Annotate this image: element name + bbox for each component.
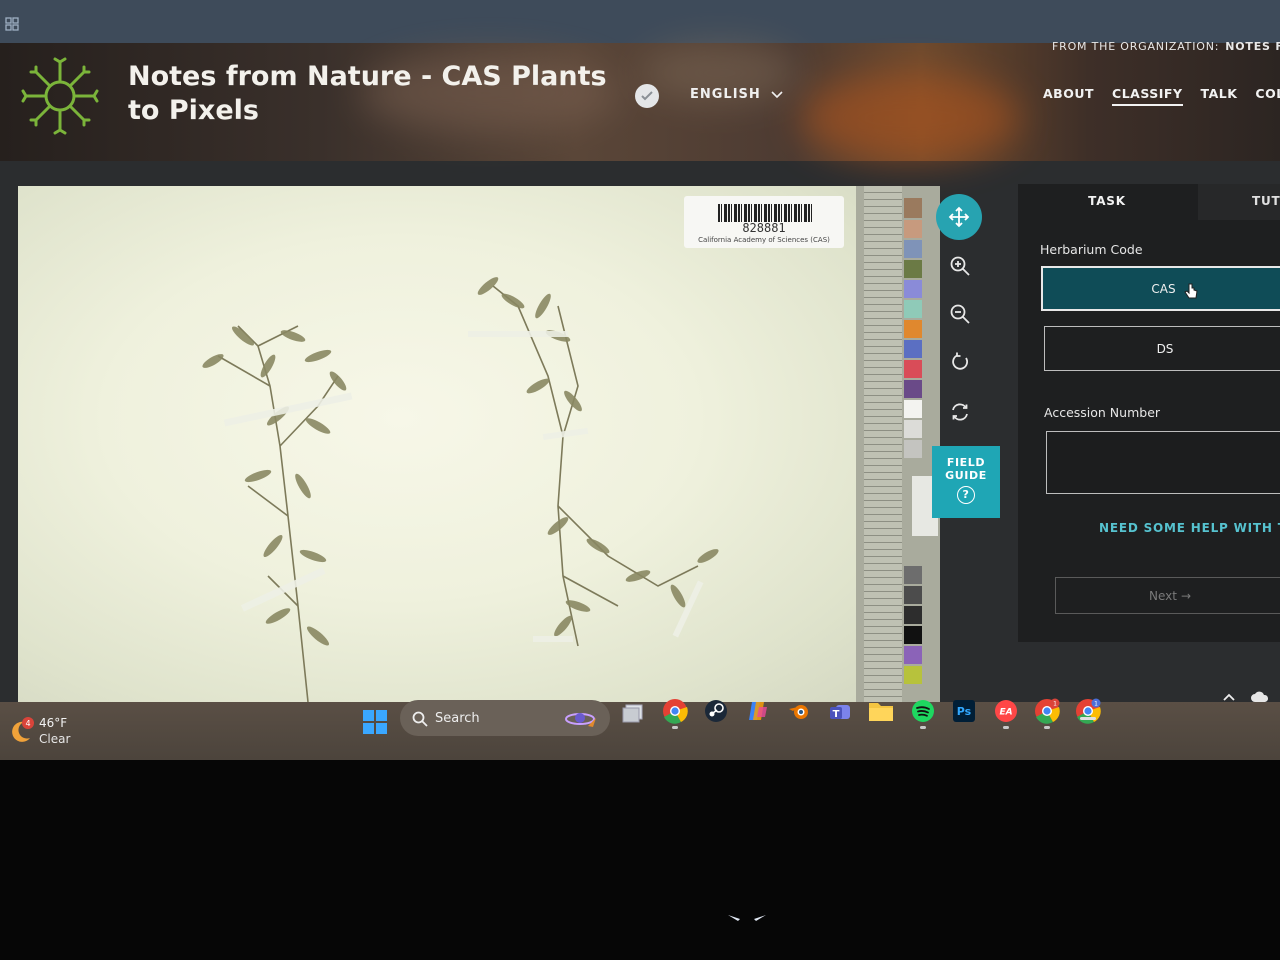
chrome-button-1[interactable] xyxy=(662,698,688,724)
option-ds-label: DS xyxy=(1156,341,1174,356)
viewer-toolbar xyxy=(930,186,998,686)
help-circle-icon: ? xyxy=(957,486,975,504)
active-app-indicator xyxy=(1080,717,1096,720)
organization-line: FROM THE ORGANIZATION: NOTES F xyxy=(1052,40,1280,53)
notification-badge-2: 1 xyxy=(1094,701,1098,708)
nav-classify[interactable]: CLASSIFY xyxy=(1112,86,1183,106)
herbarium-sheet-image[interactable]: 828881 California Academy of Sciences (C… xyxy=(18,186,868,702)
spotify-button[interactable] xyxy=(910,698,936,724)
blender-icon xyxy=(789,705,808,719)
teams-icon: T xyxy=(830,705,850,720)
rotate-button[interactable] xyxy=(940,342,980,382)
color-scale-ruler xyxy=(856,186,940,702)
folder-icon xyxy=(869,703,893,721)
copilot-icon xyxy=(749,702,767,720)
steam-icon xyxy=(705,700,727,722)
accession-number-input[interactable] xyxy=(1046,431,1280,494)
organization-label: FROM THE ORGANIZATION: xyxy=(1052,40,1220,53)
tab-tutorial[interactable]: TUTO xyxy=(1198,184,1280,220)
arrow-right-icon: → xyxy=(1180,588,1192,603)
svg-text:T: T xyxy=(833,709,840,720)
ea-button[interactable]: EA xyxy=(993,698,1019,724)
start-button[interactable] xyxy=(363,710,387,734)
weather-condition[interactable]: Clear xyxy=(39,732,70,746)
chrome-icon: 1 xyxy=(1035,698,1060,724)
search-icon xyxy=(412,711,428,727)
search-placeholder: Search xyxy=(435,711,480,726)
option-ds[interactable]: DS xyxy=(1044,326,1280,371)
check-icon xyxy=(641,91,653,101)
weather-badge: 4 xyxy=(25,719,30,728)
subject-viewer[interactable]: 828881 California Academy of Sciences (C… xyxy=(18,186,940,702)
next-label: Next xyxy=(1148,588,1177,603)
nav-about[interactable]: ABOUT xyxy=(1043,86,1094,106)
chrome-button-2[interactable]: 1 xyxy=(1034,698,1060,724)
move-icon xyxy=(948,206,970,228)
chevron-up-icon[interactable] xyxy=(1222,692,1236,702)
field-guide-button[interactable]: FIELD GUIDE ? xyxy=(932,446,1000,518)
reflection-glint xyxy=(728,915,766,921)
institution-label: California Academy of Sciences (CAS) xyxy=(698,236,830,244)
accession-number-label: Accession Number xyxy=(1044,405,1161,420)
tab-task[interactable]: TASK xyxy=(1018,184,1196,220)
weather-moon-icon[interactable]: 4 xyxy=(8,714,34,744)
rotate-icon xyxy=(952,352,968,370)
option-cas-label: CAS xyxy=(1151,281,1176,296)
chrome-icon: 1 xyxy=(1076,698,1101,724)
ea-icon: EA xyxy=(995,700,1017,722)
weather-temperature[interactable]: 46°F xyxy=(39,716,67,730)
move-button[interactable] xyxy=(936,194,982,240)
project-title[interactable]: Notes from Nature - CAS Plants to Pixels xyxy=(128,60,628,128)
monitor-screen: Notes from Nature - CAS Plants to Pixels… xyxy=(0,0,1280,760)
task-view-button[interactable] xyxy=(621,700,647,726)
task-view-icon xyxy=(622,704,643,723)
chrome-icon xyxy=(663,699,688,724)
photoshop-icon: Ps xyxy=(953,700,975,722)
spotify-icon xyxy=(912,700,934,722)
language-selector[interactable]: ENGLISH xyxy=(690,87,783,102)
barcode xyxy=(718,204,814,222)
steam-button[interactable] xyxy=(703,698,729,724)
organization-link[interactable]: NOTES F xyxy=(1225,40,1280,53)
zoom-out-icon xyxy=(950,304,970,324)
reset-icon xyxy=(952,403,968,421)
field-guide-label-2: GUIDE xyxy=(945,469,987,482)
zoom-in-button[interactable] xyxy=(940,246,980,286)
blender-button[interactable] xyxy=(786,698,812,724)
help-link[interactable]: NEED SOME HELP WITH THIS xyxy=(1099,521,1280,535)
teams-button[interactable]: T xyxy=(827,698,853,724)
file-explorer-button[interactable] xyxy=(868,698,894,724)
notification-badge-1: 1 xyxy=(1053,701,1057,708)
language-label: ENGLISH xyxy=(690,87,761,102)
panel-tabs: TASK TUTO xyxy=(1018,184,1280,220)
next-button[interactable]: Next → xyxy=(1055,577,1280,614)
chevron-down-icon xyxy=(771,90,783,98)
grid-icon[interactable] xyxy=(5,17,19,31)
cloud-icon[interactable] xyxy=(1250,690,1270,704)
chrome-button-3[interactable]: 1 xyxy=(1075,698,1101,724)
verified-badge xyxy=(635,84,659,108)
nav-collections[interactable]: COLLEC xyxy=(1255,86,1280,106)
cursor-hand-icon xyxy=(1184,283,1198,299)
option-cas[interactable]: CAS xyxy=(1041,266,1280,311)
ea-label: EA xyxy=(999,708,1012,718)
taskbar-search[interactable] xyxy=(400,700,610,736)
herbarium-code-label: Herbarium Code xyxy=(1040,242,1143,257)
browser-top-bar xyxy=(0,0,1280,43)
reset-button[interactable] xyxy=(940,392,980,432)
barcode-number: 828881 xyxy=(742,221,786,235)
nav-talk[interactable]: TALK xyxy=(1201,86,1238,106)
copilot-button[interactable] xyxy=(745,698,771,724)
zoom-in-icon xyxy=(950,256,970,276)
photoshop-button[interactable]: Ps xyxy=(951,698,977,724)
plant-specimen-image xyxy=(202,277,719,702)
project-nav: ABOUT CLASSIFY TALK COLLEC xyxy=(1043,86,1280,106)
photoshop-label: Ps xyxy=(957,705,972,718)
zoom-out-button[interactable] xyxy=(940,294,980,334)
notes-from-nature-logo[interactable] xyxy=(20,57,100,135)
barcode-label: 828881 California Academy of Sciences (C… xyxy=(684,196,844,248)
search-highlight-icon xyxy=(565,713,596,727)
field-guide-label-1: FIELD xyxy=(946,456,986,469)
